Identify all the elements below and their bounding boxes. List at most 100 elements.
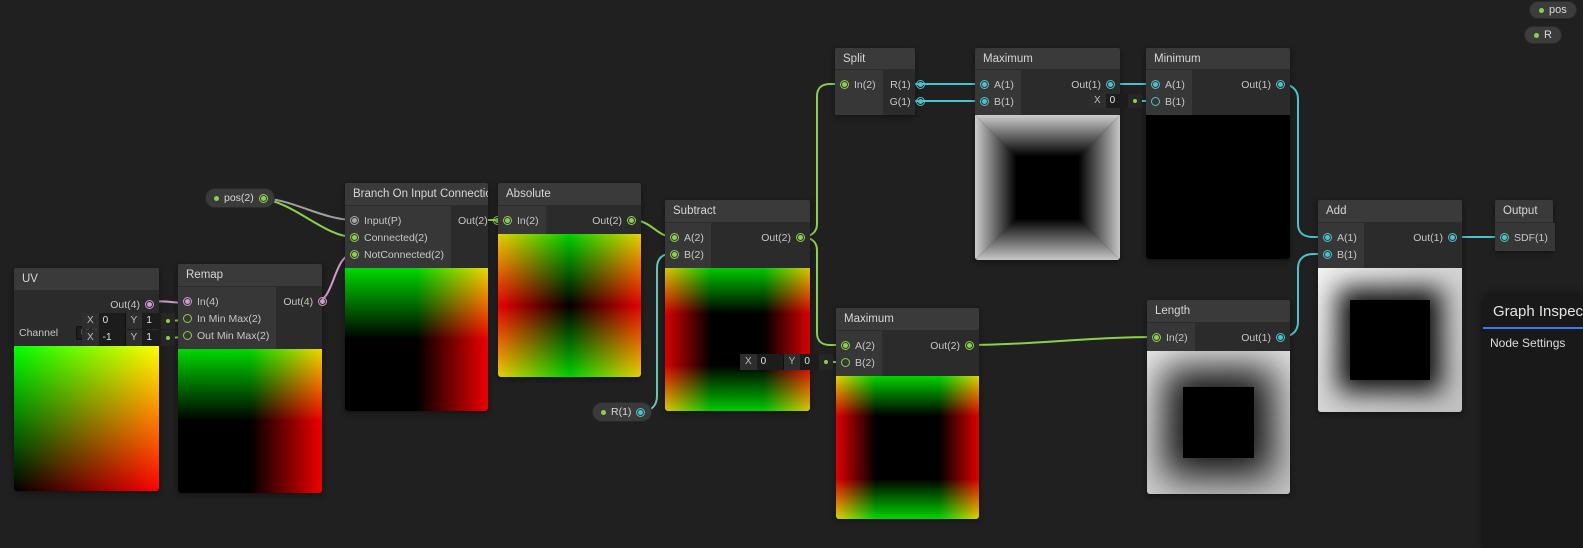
x-value-field[interactable]: -1 xyxy=(99,330,126,346)
subtract-b-port[interactable] xyxy=(670,250,679,259)
property-badge-label: R(1) xyxy=(611,406,631,418)
node-title-label: Output xyxy=(1503,205,1538,217)
x-chip: X xyxy=(82,330,99,346)
port-label: A(1) xyxy=(994,79,1014,91)
length-out-port[interactable] xyxy=(1276,333,1285,342)
r-out-port[interactable] xyxy=(636,408,645,417)
node-maximum-1[interactable]: Maximum A(1) B(1) Out(1) xyxy=(975,48,1120,260)
node-title-label: Add xyxy=(1326,205,1346,217)
minimum-b-port[interactable] xyxy=(1151,97,1160,106)
branch-preview xyxy=(345,268,488,411)
node-title-label: Split xyxy=(843,53,865,65)
port-label: SDF(1) xyxy=(1514,232,1548,244)
split-g-port[interactable] xyxy=(916,97,925,106)
property-badge-r[interactable]: R(1) xyxy=(592,402,652,422)
pos-out-port[interactable] xyxy=(259,194,268,203)
node-title[interactable]: Subtract xyxy=(665,200,810,223)
uv-out-port[interactable] xyxy=(145,300,154,309)
add-a-port[interactable] xyxy=(1323,233,1332,242)
node-add[interactable]: Add A(1) B(1) Out(1) xyxy=(1318,200,1462,412)
graph-inspector-panel[interactable]: Graph Inspect Node Settings xyxy=(1483,294,1583,548)
remap-out-port[interactable] xyxy=(318,297,327,306)
split-in-port[interactable] xyxy=(840,80,849,89)
split-r-port[interactable] xyxy=(916,80,925,89)
node-split[interactable]: Split In(2) R(1) G(1) xyxy=(835,48,915,115)
x-chip: X xyxy=(82,313,99,329)
shader-graph-canvas[interactable]: UV Out(4) Channel UV0 Remap In(4) In Min… xyxy=(0,0,1583,548)
maximum2-out-port[interactable] xyxy=(965,341,974,350)
port-label: B(1) xyxy=(1337,249,1357,261)
maximum2-b-port[interactable] xyxy=(841,358,850,367)
node-subtract[interactable]: Subtract A(2) B(2) Out(2) xyxy=(665,200,810,411)
minimum-a-port[interactable] xyxy=(1151,80,1160,89)
port-label: In(2) xyxy=(517,215,539,227)
node-title-label: Minimum xyxy=(1154,53,1201,65)
absolute-out-port[interactable] xyxy=(627,216,636,225)
port-label: Input(P) xyxy=(364,215,401,227)
port-label: A(2) xyxy=(684,232,704,244)
node-minimum[interactable]: Minimum A(1) B(1) Out(1) xyxy=(1146,48,1290,259)
node-title-label: UV xyxy=(22,273,38,285)
port-label: In(4) xyxy=(197,296,219,308)
tab-node-settings[interactable]: Node Settings xyxy=(1483,329,1583,350)
port-label: G(1) xyxy=(890,96,911,108)
node-maximum-2[interactable]: Maximum A(2) B(2) Out(2) xyxy=(836,308,979,519)
branch-connected-port[interactable] xyxy=(350,233,359,242)
node-title-label: Subtract xyxy=(673,205,716,217)
add-out-port[interactable] xyxy=(1448,233,1457,242)
y-chip: Y xyxy=(784,354,801,370)
absolute-in-port[interactable] xyxy=(503,216,512,225)
output-sdf-port[interactable] xyxy=(1500,233,1509,242)
maximum2-b-connector[interactable] xyxy=(819,354,833,370)
y-chip: Y xyxy=(126,313,143,329)
x-value-field[interactable]: 0 xyxy=(99,313,126,329)
maximum1-b-port[interactable] xyxy=(980,97,989,106)
node-remap[interactable]: Remap In(4) In Min Max(2) Out Min Max(2)… xyxy=(178,264,322,493)
node-title[interactable]: Add xyxy=(1318,200,1462,223)
remap-outminmax-port[interactable] xyxy=(183,331,192,340)
minimum-out-port[interactable] xyxy=(1276,80,1285,89)
port-label: Out(4) xyxy=(110,299,140,311)
remap-inminmax-port[interactable] xyxy=(183,314,192,323)
node-absolute[interactable]: Absolute In(2) Out(2) xyxy=(498,183,641,377)
blackboard-property-r[interactable]: R xyxy=(1524,26,1562,44)
edge-maximum2-to-length[interactable] xyxy=(970,337,1156,345)
branch-input-port[interactable] xyxy=(350,216,359,225)
node-title[interactable]: Remap xyxy=(178,264,322,287)
node-title[interactable]: Output xyxy=(1495,200,1553,223)
remap-in-port[interactable] xyxy=(183,297,192,306)
node-length[interactable]: Length In(2) Out(1) xyxy=(1147,300,1290,494)
maximum1-out-port[interactable] xyxy=(1106,80,1115,89)
branch-notconnected-port[interactable] xyxy=(350,250,359,259)
node-title[interactable]: Minimum xyxy=(1146,48,1290,70)
node-uv[interactable]: UV Out(4) Channel UV0 xyxy=(14,268,159,491)
node-title[interactable]: Branch On Input Connection xyxy=(345,183,488,206)
node-title[interactable]: Split xyxy=(835,48,915,70)
length-in-port[interactable] xyxy=(1152,333,1161,342)
maximum1-a-port[interactable] xyxy=(980,80,989,89)
node-title[interactable]: Maximum xyxy=(975,48,1120,70)
subtract-a-port[interactable] xyxy=(670,233,679,242)
edge-pos-to-branch-connected[interactable] xyxy=(259,198,354,237)
add-b-port[interactable] xyxy=(1323,250,1332,259)
node-output[interactable]: Output SDF(1) xyxy=(1495,200,1553,251)
node-title[interactable]: UV xyxy=(14,268,159,291)
graph-inspector-title: Graph Inspect xyxy=(1483,294,1583,327)
remap-outminmax-connector[interactable] xyxy=(161,330,175,346)
property-badge-pos[interactable]: pos(2) xyxy=(205,188,275,208)
x-value-field[interactable]: 0 xyxy=(757,354,784,370)
blackboard-property-pos[interactable]: pos xyxy=(1529,1,1577,19)
node-title[interactable]: Length xyxy=(1147,300,1290,323)
property-badge-label: pos(2) xyxy=(224,192,254,204)
port-label: Out(4) xyxy=(283,296,313,308)
node-title-label: Maximum xyxy=(844,313,894,325)
node-branch-on-input-connection[interactable]: Branch On Input Connection Input(P) Conn… xyxy=(345,183,488,411)
subtract-out-port[interactable] xyxy=(796,233,805,242)
port-label: Out(1) xyxy=(1241,79,1271,91)
node-title[interactable]: Absolute xyxy=(498,183,641,206)
node-title-label: Remap xyxy=(186,269,223,281)
remap-inminmax-connector[interactable] xyxy=(161,313,175,329)
minimum-b-connector[interactable] xyxy=(1128,94,1142,108)
node-title[interactable]: Maximum xyxy=(836,308,979,331)
maximum2-a-port[interactable] xyxy=(841,341,850,350)
